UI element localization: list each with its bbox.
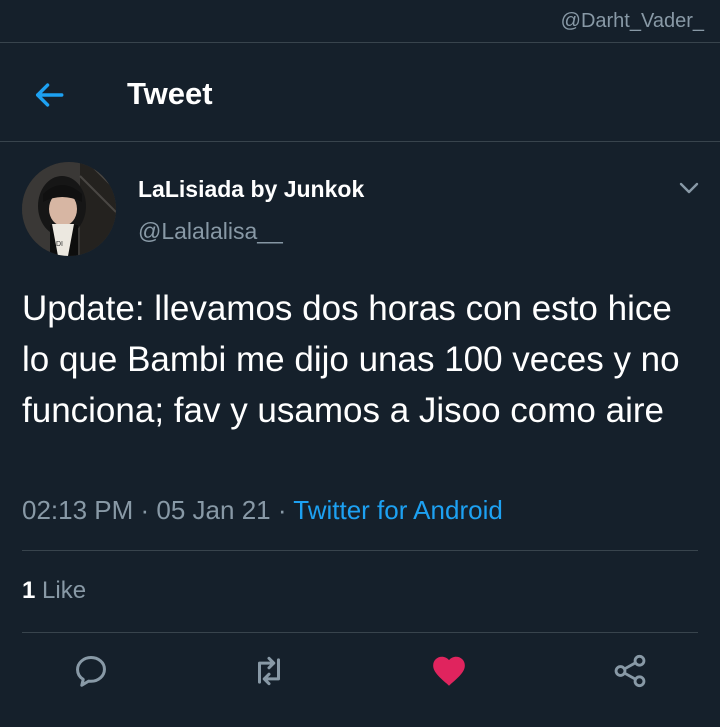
tweet-meta: 02:13 PM · 05 Jan 21 · Twitter for Andro… (22, 495, 503, 526)
tweet-date: 05 Jan 21 (156, 495, 271, 525)
tweet-source-link[interactable]: Twitter for Android (293, 495, 503, 525)
meta-divider (22, 550, 698, 551)
tweet-text: Update: llevamos dos horas con esto hice… (22, 289, 680, 430)
retweet-icon[interactable] (250, 652, 288, 690)
header-divider (0, 141, 720, 142)
heart-filled-icon[interactable] (430, 652, 468, 690)
meta-separator: · (133, 495, 157, 525)
avatar[interactable]: DI (22, 162, 116, 256)
top-divider (0, 42, 720, 43)
likes-label: Like (42, 577, 87, 604)
chevron-down-icon[interactable] (677, 176, 701, 200)
author-display-name[interactable]: LaLisiada by Junkok (138, 176, 364, 203)
author-handle[interactable]: @Lalalalisa__ (138, 218, 283, 245)
share-icon[interactable] (611, 652, 649, 690)
watermark-handle: @Darht_Vader_ (560, 10, 704, 32)
tweet-time: 02:13 PM (22, 495, 134, 525)
likes-summary[interactable]: 1 Like (22, 577, 86, 605)
back-arrow-icon[interactable] (32, 78, 66, 112)
likes-divider (22, 632, 698, 633)
header-title: Tweet (127, 76, 213, 111)
svg-text:DI: DI (56, 241, 63, 248)
meta-separator: · (270, 495, 294, 525)
reply-icon[interactable] (72, 652, 110, 690)
likes-count: 1 (22, 577, 36, 604)
